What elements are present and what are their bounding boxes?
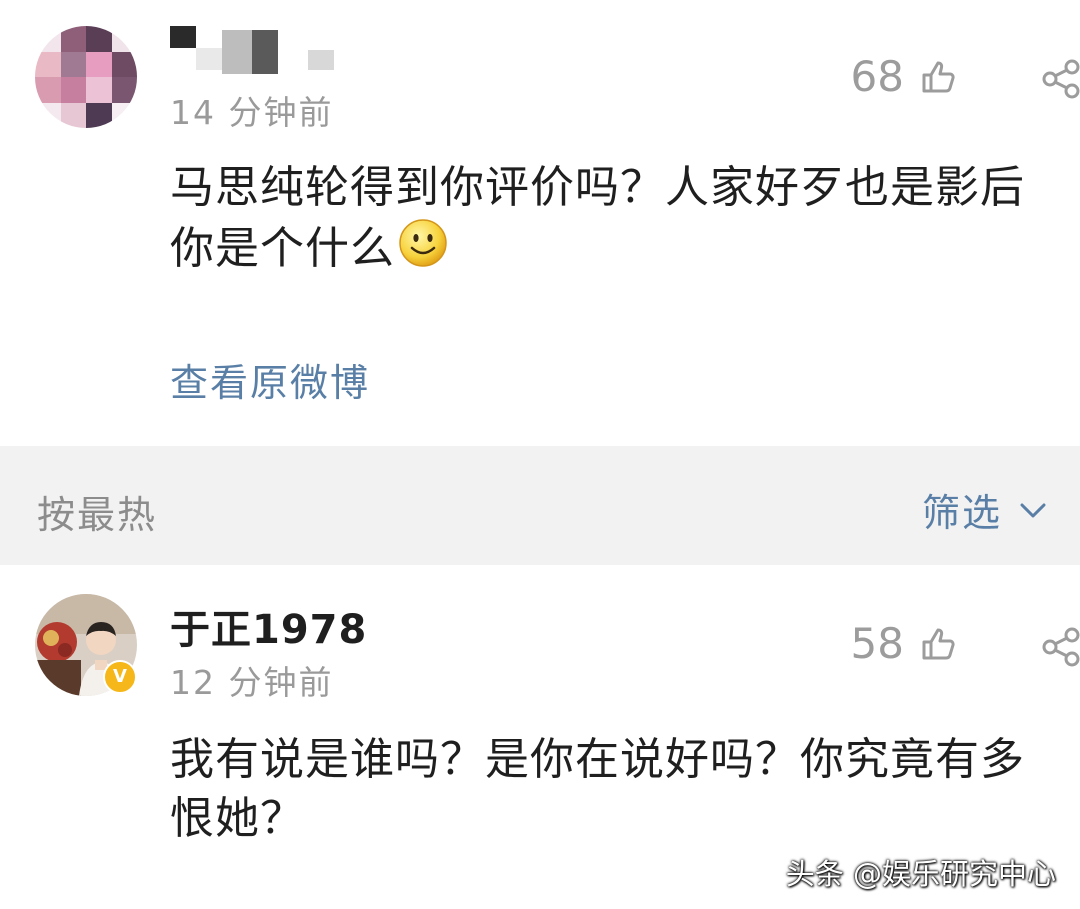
like-button[interactable]: 68 — [851, 52, 958, 101]
comment-text: 马思纯轮得到你评价吗？人家好歹也是影后你是个什么 — [170, 158, 1050, 278]
sort-hot-button[interactable]: 按最热 — [37, 484, 157, 539]
share-icon[interactable] — [1038, 626, 1080, 668]
like-icon — [922, 628, 955, 659]
filter-button[interactable]: 筛选 — [922, 482, 1050, 537]
sort-filter-bar: 按最热 筛选 — [0, 446, 1080, 565]
avatar-pixelated[interactable] — [35, 26, 137, 128]
like-count: 58 — [850, 619, 904, 668]
username[interactable]: 于正1978 — [170, 597, 367, 655]
like-button[interactable]: 58 — [851, 619, 958, 668]
filter-label: 筛选 — [922, 491, 1003, 535]
verified-badge: V — [103, 660, 137, 694]
comment-time: 14 分钟前 — [170, 93, 334, 132]
smile-emoji — [399, 219, 447, 267]
watermark: 头条 @娱乐研究中心 — [785, 857, 1056, 891]
comment-item: 14 分钟前 68 马思纯轮得到你评价吗？人家好歹也是影后你是个什么 查看原微博 — [0, 0, 1080, 446]
like-icon — [922, 61, 955, 92]
comment-text-content: 马思纯轮得到你评价吗？人家好歹也是影后你是个什么 — [170, 162, 1025, 274]
username-pixelated[interactable] — [170, 26, 334, 74]
comment-time: 12 分钟前 — [170, 663, 334, 702]
comment-text: 我有说是谁吗？是你在说好吗？你究竟有多恨她？ — [170, 734, 1025, 844]
like-count: 68 — [850, 52, 904, 101]
view-original-weibo-link[interactable]: 查看原微博 — [170, 352, 370, 407]
chevron-down-icon — [1020, 503, 1046, 517]
share-icon[interactable] — [1038, 58, 1080, 100]
weibo-comments-screen: 14 分钟前 68 马思纯轮得到你评价吗？人家好歹也是影后你是个什么 查看原微博… — [0, 0, 1080, 909]
